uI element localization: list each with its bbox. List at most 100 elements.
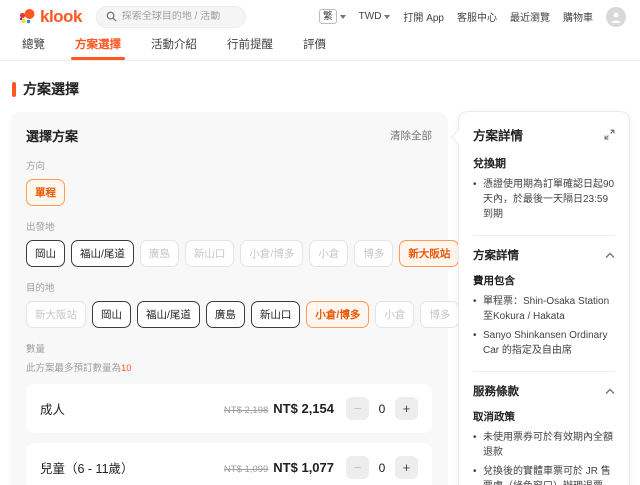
departure-option-chip[interactable]: 新山口 (185, 240, 235, 267)
direction-option-chip[interactable]: 單程 (26, 179, 65, 206)
package-selector-card: 選擇方案 清除全部 方向 單程 出發地 岡山 福山/尾道 廣島 新山口 小倉/博… (10, 112, 448, 485)
divider (473, 371, 615, 372)
departure-option-chip[interactable]: 博多 (354, 240, 393, 267)
support-label: 客服中心 (457, 9, 497, 24)
adult-original-price: NT$ 2,198 (224, 405, 268, 416)
expand-icon[interactable] (604, 129, 615, 140)
departure-option-chip[interactable]: 小倉 (309, 240, 348, 267)
adult-count: 0 (369, 402, 395, 416)
redemption-heading: 兌換期 (473, 155, 615, 171)
quantity-note-text: 此方案最多預訂數量為 (26, 363, 121, 374)
page-title-row: 方案選擇 (12, 79, 448, 99)
departure-option-chip[interactable]: 小倉/博多 (240, 240, 303, 267)
currency-selector[interactable]: TWD (359, 11, 391, 22)
klook-logo[interactable]: klook (18, 7, 82, 27)
terms-heading: 服務條款 (473, 383, 519, 399)
quantity-max-note: 此方案最多預訂數量為10 (26, 360, 432, 374)
open-app-label: 打開 App (403, 9, 444, 24)
departure-option-chip[interactable]: 新大阪站 (399, 240, 459, 267)
adult-decrease-button[interactable]: − (346, 397, 369, 420)
search-input[interactable] (122, 11, 232, 22)
tab-pre-trip-reminders[interactable]: 行前提醒 (227, 36, 273, 60)
adult-label: 成人 (40, 399, 65, 418)
departure-options: 岡山 福山/尾道 廣島 新山口 小倉/博多 小倉 博多 新大阪站 (26, 240, 432, 267)
klook-logo-icon (18, 8, 36, 26)
direction-options: 單程 (26, 179, 432, 206)
child-label: 兒童（6 - 11歲） (40, 458, 134, 477)
child-count: 0 (369, 461, 395, 475)
cart-link[interactable]: 購物車 (563, 9, 593, 24)
chevron-up-icon (605, 388, 615, 395)
language-selector[interactable]: 繁 (319, 9, 346, 24)
recently-viewed-label: 最近瀏覽 (510, 9, 550, 24)
destination-options: 新大阪站 岡山 福山/尾道 廣島 新山口 小倉/博多 小倉 博多 (26, 301, 432, 328)
page-title: 方案選擇 (23, 79, 79, 99)
destination-option-chip[interactable]: 新山口 (251, 301, 301, 328)
terms-section-header[interactable]: 服務條款 (473, 383, 615, 399)
title-accent-bar (12, 82, 16, 97)
departure-label: 出發地 (26, 219, 432, 233)
tab-overview[interactable]: 總覽 (22, 36, 45, 60)
departure-option-chip[interactable]: 岡山 (26, 240, 65, 267)
destination-option-chip[interactable]: 廣島 (206, 301, 245, 328)
redemption-bullets: 憑證使用期為訂單確認日起90天內，於最後一天隔日23:59到期 (473, 177, 615, 222)
child-price-row: 兒童（6 - 11歲） NT$ 1,099 NT$ 1,077 − 0 + (26, 443, 432, 485)
plan-details-heading: 方案詳情 (473, 247, 519, 263)
fee-includes-bullets: 單程票：Shin-Osaka Station至Kokura / Hakata S… (473, 294, 615, 358)
quantity-label: 數量 (26, 341, 432, 355)
departure-option-chip[interactable]: 福山/尾道 (71, 240, 134, 267)
chevron-down-icon (384, 15, 390, 19)
details-panel-title: 方案詳情 (473, 125, 523, 144)
search-icon (106, 11, 117, 22)
child-increase-button[interactable]: + (395, 456, 418, 479)
user-icon (609, 10, 623, 24)
destination-option-chip[interactable]: 福山/尾道 (137, 301, 200, 328)
package-details-panel: 方案詳情 兌換期 憑證使用期為訂單確認日起90天內，於最後一天隔日23:59到期… (458, 111, 630, 485)
list-item: 兌換後的實體車票可於 JR 售票處（綠色窗口）辦理退票，需支付手續費（票價10%… (473, 464, 615, 485)
quantity-max-value: 10 (121, 363, 132, 374)
list-item: Sanyo Shinkansen Ordinary Car 的指定及自由席 (473, 328, 615, 358)
destination-label: 目的地 (26, 280, 432, 294)
tab-activity-intro[interactable]: 活動介紹 (151, 36, 197, 60)
destination-option-chip[interactable]: 新大阪站 (26, 301, 86, 328)
cart-label: 購物車 (563, 9, 593, 24)
list-item: 單程票：Shin-Osaka Station至Kokura / Hakata (473, 294, 615, 324)
child-original-price: NT$ 1,099 (224, 464, 268, 475)
recently-viewed-link[interactable]: 最近瀏覽 (510, 9, 550, 24)
clear-all-link[interactable]: 清除全部 (390, 128, 432, 143)
chevron-up-icon (605, 252, 615, 259)
child-quantity-stepper: − 0 + (346, 456, 418, 479)
chevron-down-icon (340, 15, 346, 19)
fee-includes-heading: 費用包含 (473, 273, 615, 288)
top-header: klook 繁 TWD 打開 App 客服中心 最近瀏覽 購物車 (0, 0, 640, 33)
destination-option-chip[interactable]: 小倉 (375, 301, 414, 328)
plan-details-section-header[interactable]: 方案詳情 (473, 247, 615, 263)
support-link[interactable]: 客服中心 (457, 9, 497, 24)
logo-wordmark: klook (40, 7, 82, 27)
adult-quantity-stepper: − 0 + (346, 397, 418, 420)
panel-pointer-notch (451, 130, 465, 144)
user-avatar[interactable] (606, 7, 626, 27)
adult-price-row: 成人 NT$ 2,198 NT$ 2,154 − 0 + (26, 384, 432, 433)
tab-package-options[interactable]: 方案選擇 (75, 36, 121, 60)
list-item: 未使用票券可於有效期內全額退款 (473, 430, 615, 460)
direction-label: 方向 (26, 158, 432, 172)
divider (473, 235, 615, 236)
child-price: NT$ 1,077 (273, 460, 334, 475)
adult-increase-button[interactable]: + (395, 397, 418, 420)
search-bar[interactable] (96, 6, 246, 28)
destination-option-chip[interactable]: 博多 (420, 301, 459, 328)
adult-price: NT$ 2,154 (273, 401, 334, 416)
cancellation-policy-bullets: 未使用票券可於有效期內全額退款 兌換後的實體車票可於 JR 售票處（綠色窗口）辦… (473, 430, 615, 485)
selector-title: 選擇方案 (26, 126, 78, 145)
list-item: 憑證使用期為訂單確認日起90天內，於最後一天隔日23:59到期 (473, 177, 615, 222)
child-decrease-button[interactable]: − (346, 456, 369, 479)
language-label: 繁 (319, 9, 337, 24)
open-app-link[interactable]: 打開 App (403, 9, 444, 24)
destination-option-chip[interactable]: 小倉/博多 (306, 301, 369, 328)
cancellation-policy-heading: 取消政策 (473, 409, 615, 424)
section-tab-bar: 總覽 方案選擇 活動介紹 行前提醒 評價 (0, 33, 640, 61)
tab-reviews[interactable]: 評價 (303, 36, 326, 60)
departure-option-chip[interactable]: 廣島 (140, 240, 179, 267)
destination-option-chip[interactable]: 岡山 (92, 301, 131, 328)
